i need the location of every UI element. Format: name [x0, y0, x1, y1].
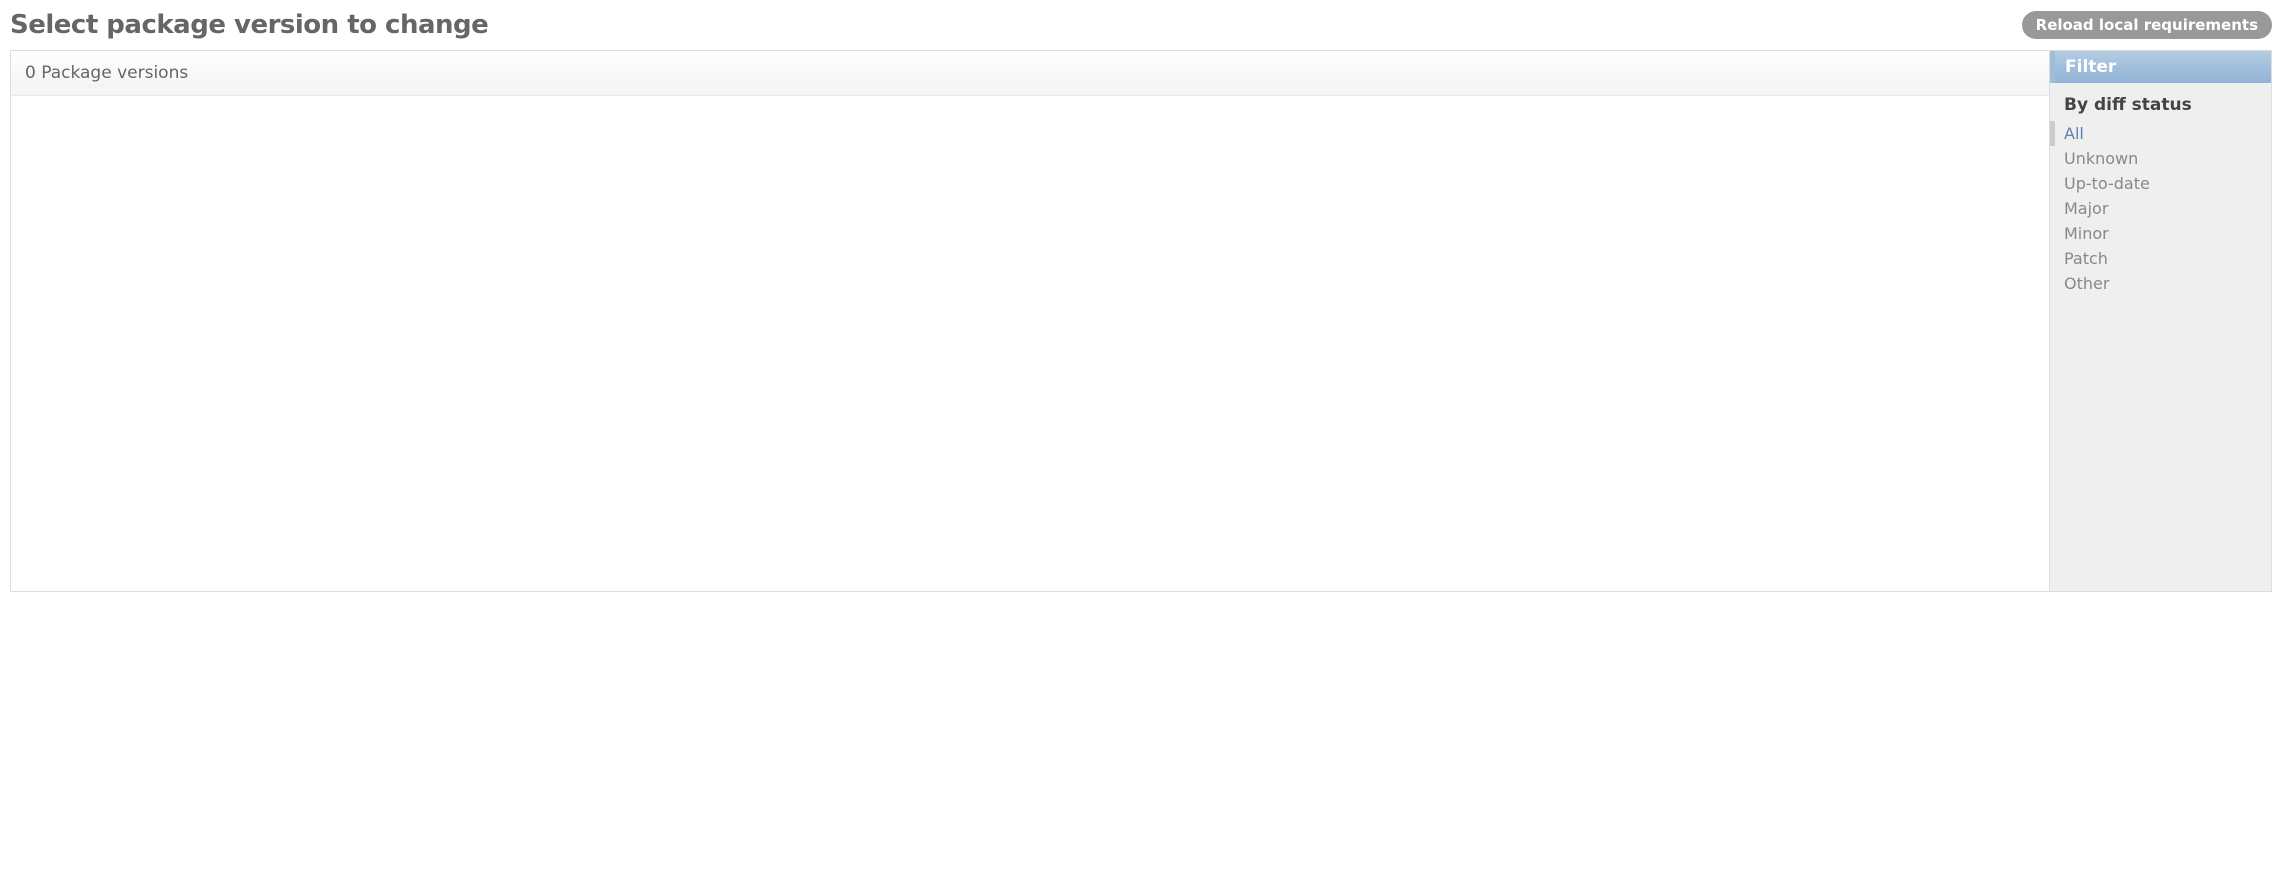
filter-group-title: By diff status [2050, 93, 2271, 121]
page-title: Select package version to change [10, 10, 488, 40]
filter-header: Filter [2050, 51, 2271, 83]
reload-requirements-button[interactable]: Reload local requirements [2022, 11, 2272, 39]
filter-item-all[interactable]: All [2050, 121, 2271, 146]
filter-item-major[interactable]: Major [2050, 196, 2271, 221]
changelist: 0 Package versions [11, 51, 2049, 591]
filter-sidebar: Filter By diff status All Unknown Up-to-… [2049, 51, 2271, 591]
filter-item-other[interactable]: Other [2050, 271, 2271, 296]
filter-item-unknown[interactable]: Unknown [2050, 146, 2271, 171]
object-tools: Reload local requirements [2022, 11, 2272, 39]
filter-item-up-to-date[interactable]: Up-to-date [2050, 171, 2271, 196]
filter-group-diff-status: By diff status All Unknown Up-to-date Ma… [2050, 83, 2271, 304]
results-count: 0 Package versions [11, 51, 2049, 96]
filter-item-minor[interactable]: Minor [2050, 221, 2271, 246]
changelist-body [11, 96, 2049, 591]
filter-item-patch[interactable]: Patch [2050, 246, 2271, 271]
